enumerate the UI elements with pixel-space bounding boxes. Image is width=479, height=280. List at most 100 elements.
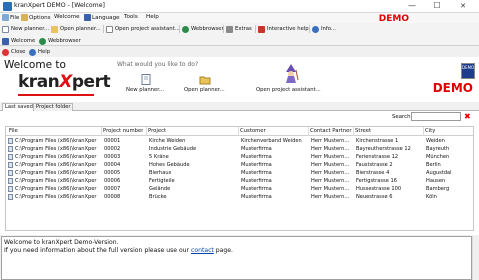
column-header-project-number[interactable]: Project number (103, 128, 143, 134)
new-planner-icon[interactable] (141, 74, 151, 85)
menu-help[interactable]: Help (146, 14, 159, 20)
language-flag-icon (84, 14, 91, 21)
toolbar-separator (103, 25, 104, 33)
extras-button[interactable]: Extras (226, 24, 252, 34)
table-cell: Kirche Weiden (149, 138, 186, 144)
column-header-project[interactable]: Project (148, 128, 166, 134)
welcome-heading: Welcome to (4, 59, 66, 71)
globe-icon (39, 37, 46, 45)
file-icon (8, 146, 13, 152)
table-row[interactable]: C:\Program Files (x86)\kranXper 00001 Kirc… (6, 137, 473, 145)
welcome-button[interactable]: Welcome (2, 36, 35, 46)
extras-icon (226, 25, 233, 33)
open-assistant-label: Open project assistant... (115, 26, 180, 32)
main-toolbar: New planner... Open planner... Open proj… (0, 23, 479, 35)
table-cell: Bayreutherstrasse 12 (356, 146, 411, 152)
action-open-planner[interactable]: Open planner... (184, 87, 225, 93)
column-divider[interactable] (238, 127, 239, 136)
action-open-project-assistant[interactable]: Open project assistant... (256, 87, 321, 93)
window-title: kranXpert DEMO - [Welcome] (14, 2, 105, 9)
webbrowser-view-button[interactable]: Webbrowser (39, 36, 81, 46)
column-header-city[interactable]: City (425, 128, 435, 134)
menu-tools[interactable]: Tools (124, 14, 138, 20)
interactive-help-button[interactable]: Interactive help (258, 24, 309, 34)
table-cell: Bierhaus (149, 170, 172, 176)
column-divider[interactable] (308, 127, 309, 136)
table-cell: Herr Mustern... (311, 138, 350, 144)
clear-search-icon[interactable]: ✖ (464, 112, 471, 121)
open-project-assistant-button[interactable]: Open project assistant... (106, 24, 180, 34)
view-toolbar: Welcome Webbrowser (0, 35, 479, 46)
column-header-file[interactable]: File (9, 128, 18, 134)
menu-language[interactable]: Language (84, 14, 120, 21)
column-header-contact-partner[interactable]: Contact Partner (310, 128, 352, 134)
wizard-icon[interactable] (283, 64, 299, 84)
app-icon (3, 2, 12, 11)
help-book-icon (258, 25, 265, 33)
table-cell: Herr Mustern... (311, 186, 350, 192)
status-line-2: If you need information about the full v… (4, 247, 469, 255)
tab-project-folder[interactable]: Project folder (33, 103, 74, 111)
demo-big-badge: DEMO (432, 81, 473, 95)
webbrowser-button[interactable]: Webbrowser (182, 24, 224, 34)
table-row[interactable]: C:\Program Files (x86)\kranXper 00007 Gelä… (6, 185, 473, 193)
table-cell: 00004 (104, 162, 121, 168)
table-row[interactable]: C:\Program Files (x86)\kranXper 00003 5 Kr… (6, 153, 473, 161)
table-cell: Musterfirma (241, 154, 272, 160)
column-divider[interactable] (353, 127, 354, 136)
table-cell: Herr Mustern... (311, 178, 350, 184)
action-new-planner[interactable]: New planner... (126, 87, 164, 93)
file-menu-icon (2, 14, 9, 21)
project-table: File Project number Project Customer Con… (5, 126, 474, 231)
close-document-button[interactable]: Close (2, 47, 25, 57)
open-planner-button[interactable]: Open planner... (51, 24, 101, 34)
close-label: Close (11, 49, 26, 55)
column-header-street[interactable]: Street (355, 128, 371, 134)
table-cell: Musterfirma (241, 186, 272, 192)
search-input[interactable] (411, 112, 461, 121)
help-button[interactable]: Help (29, 47, 50, 57)
new-planner-button[interactable]: New planner... (2, 24, 49, 34)
menu-welcome[interactable]: Welcome (54, 14, 80, 20)
table-cell: 5 Kräne (149, 154, 169, 160)
table-header: File Project number Project Customer Con… (6, 127, 473, 136)
column-divider[interactable] (146, 127, 147, 136)
menu-options[interactable]: Options (21, 14, 51, 21)
table-row[interactable]: C:\Program Files (x86)\kranXper 00008 Brüc… (6, 193, 473, 201)
open-planner-icon[interactable] (199, 74, 211, 85)
maximize-button[interactable]: ☐ (426, 0, 448, 13)
status-scrollbar[interactable] (472, 236, 479, 280)
table-cell: Fertigteile (149, 178, 175, 184)
menu-file[interactable]: File (2, 14, 19, 21)
table-cell: Herr Mustern... (311, 170, 350, 176)
table-cell: 00002 (104, 146, 121, 152)
table-row[interactable]: C:\Program Files (x86)\kranXper 00006 Fert… (6, 177, 473, 185)
table-cell: Köln (426, 194, 437, 200)
table-cell: 00007 (104, 186, 121, 192)
info-button[interactable]: Info... (312, 24, 336, 34)
minimize-button[interactable]: — (401, 0, 423, 13)
table-cell: C:\Program Files (x86)\kranXper (15, 170, 97, 176)
table-row[interactable]: C:\Program Files (x86)\kranXper 00002 Indu… (6, 145, 473, 153)
open-planner-label: Open planner... (60, 26, 101, 32)
file-icon (8, 162, 13, 168)
table-cell: Hausen (426, 178, 446, 184)
document-toolbar: Close Help (0, 47, 479, 57)
contact-link[interactable]: contact (191, 247, 214, 254)
table-cell: Kirchenverband Weiden (241, 138, 302, 144)
table-row[interactable]: C:\Program Files (x86)\kranXper 00004 Hohe… (6, 161, 473, 169)
table-cell: Gelände (149, 186, 171, 192)
menu-file-label: File (10, 14, 20, 21)
column-header-customer[interactable]: Customer (240, 128, 266, 134)
table-cell: Industrie Gebäude (149, 146, 197, 152)
column-divider[interactable] (423, 127, 424, 136)
search-label: Search (392, 114, 411, 120)
table-cell: 00003 (104, 154, 121, 160)
table-cell: C:\Program Files (x86)\kranXper (15, 146, 97, 152)
close-window-button[interactable]: ✕ (452, 0, 474, 13)
status-line-1: Welcome to kranXpert Demo-Version. (4, 239, 119, 246)
table-cell: Neuestrasse 6 (356, 194, 393, 200)
table-cell: 00006 (104, 178, 121, 184)
table-row[interactable]: C:\Program Files (x86)\kranXper 00005 Bier… (6, 169, 473, 177)
column-divider[interactable] (101, 127, 102, 136)
